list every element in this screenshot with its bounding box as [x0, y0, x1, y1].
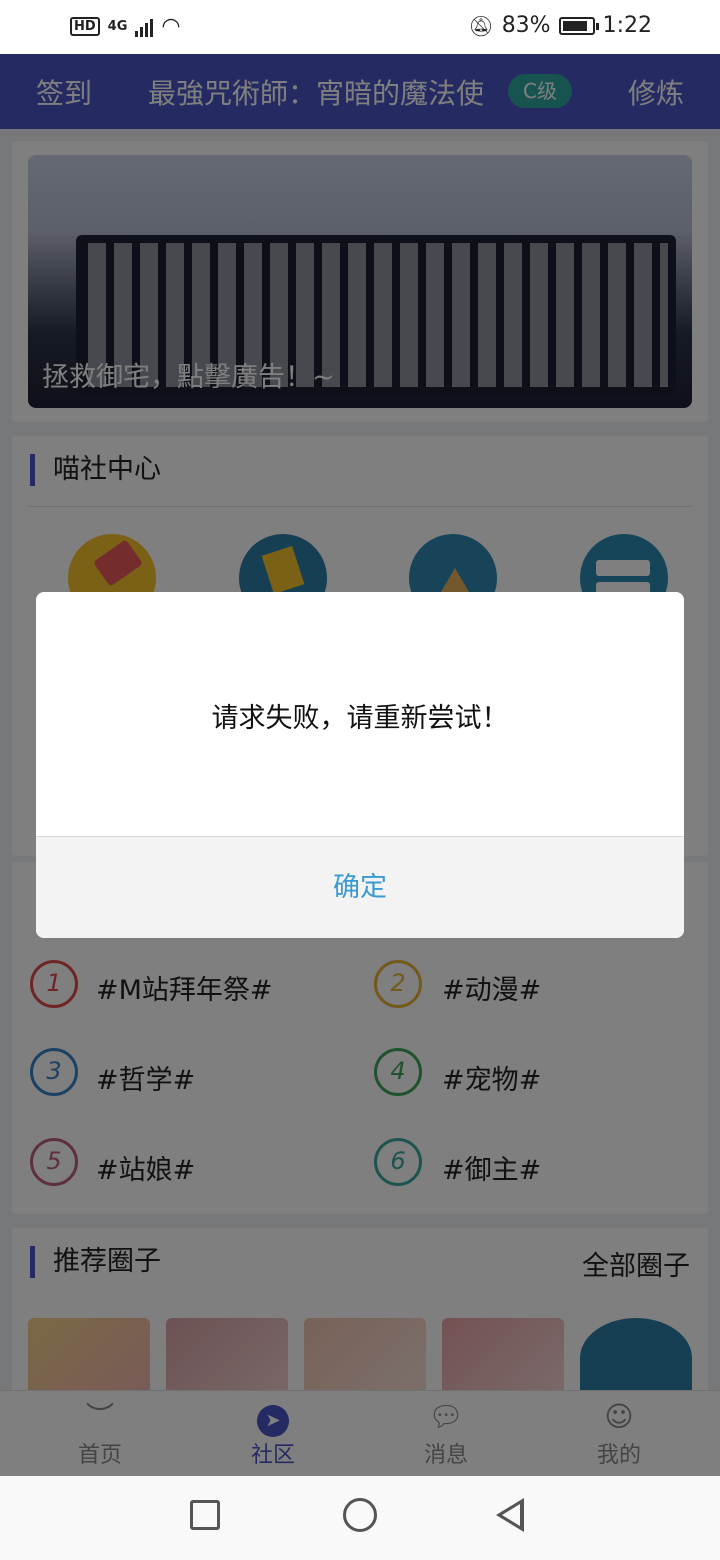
battery-percent: 83%	[501, 13, 551, 38]
status-left: HD 4G ◠	[70, 14, 181, 39]
clock: 1:22	[602, 13, 652, 38]
status-bar: HD 4G ◠ 🔕︎ 83% 1:22	[0, 0, 720, 54]
system-nav-bar	[0, 1476, 720, 1560]
back-button[interactable]	[496, 1498, 524, 1532]
dialog-message: 请求失败，请重新尝试！	[211, 703, 509, 734]
mute-icon: 🔕︎	[468, 13, 494, 38]
home-button[interactable]	[343, 1498, 377, 1532]
network-type: 4G	[107, 19, 128, 34]
signal-icon	[135, 17, 154, 37]
recent-apps-button[interactable]	[190, 1500, 220, 1530]
hd-badge: HD	[70, 17, 100, 36]
error-dialog: 请求失败，请重新尝试！ 确定	[36, 592, 684, 938]
confirm-button[interactable]: 确定	[36, 837, 684, 938]
status-right: 🔕︎ 83% 1:22	[468, 13, 652, 38]
battery-icon	[558, 16, 599, 35]
wifi-icon: ◠	[161, 14, 181, 39]
